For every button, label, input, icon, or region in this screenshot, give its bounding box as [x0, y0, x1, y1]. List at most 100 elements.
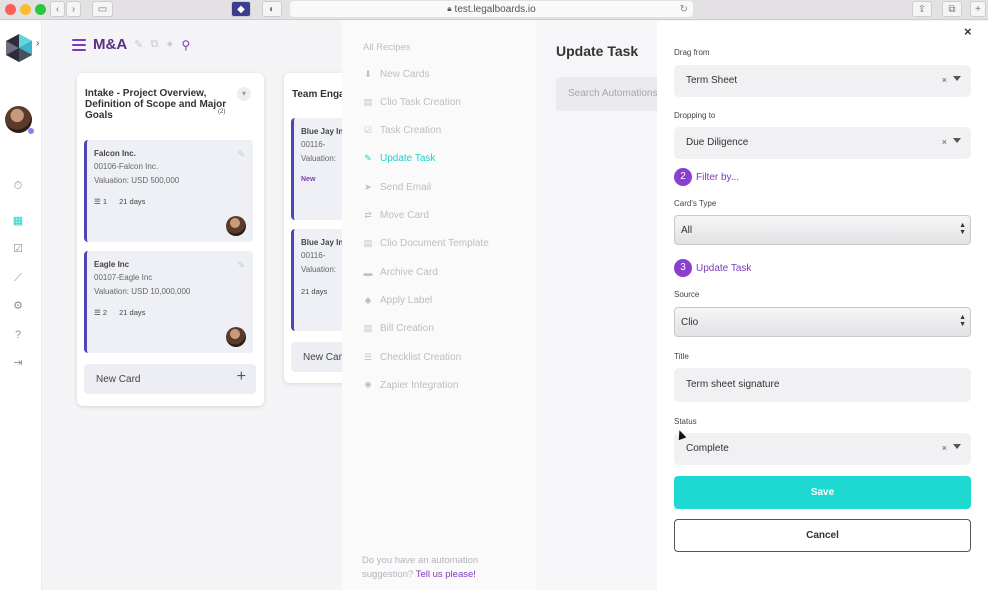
status-select[interactable]: Complete × — [674, 433, 971, 465]
clear-selection-icon[interactable]: × — [942, 443, 947, 453]
card-type-value: All — [681, 225, 693, 236]
extension-icon[interactable]: ◆ — [231, 1, 251, 17]
card-days: 21 days — [119, 197, 146, 206]
step-heading: Update Task — [696, 262, 752, 274]
help-icon[interactable]: ? — [12, 329, 24, 341]
edit-card-icon[interactable]: ✎ — [237, 149, 245, 160]
recipe-label: Checklist Creation — [380, 352, 462, 363]
recipe-label: Move Card — [380, 210, 429, 221]
privacy-shield-icon[interactable]: ◐ — [262, 1, 282, 17]
list-icon: ☰ — [363, 352, 373, 362]
recipe-task-creation[interactable]: ☑ Task Creation — [363, 125, 441, 136]
expand-sidebar-icon[interactable]: › — [36, 38, 39, 49]
clear-selection-icon[interactable]: × — [942, 75, 947, 85]
pencil-icon: ✎ — [364, 153, 372, 163]
recipe-clio-document-template[interactable]: ▤ Clio Document Template — [363, 238, 489, 249]
board-card[interactable]: Falcon Inc. ✎ 00106-Falcon Inc. Valuatio… — [84, 140, 253, 242]
cancel-button[interactable]: Cancel — [674, 519, 971, 552]
new-card-label: New Car — [303, 352, 342, 363]
document-icon: ▤ — [363, 323, 373, 333]
card-days: 21 days — [301, 287, 328, 296]
step-number-badge: 2 — [674, 168, 692, 186]
send-icon: ➤ — [364, 182, 372, 192]
edit-board-icon[interactable]: ✎ — [134, 38, 143, 51]
reports-chart-icon[interactable]: ⟋ — [12, 272, 24, 284]
automation-wand-icon[interactable]: ✦ — [165, 38, 174, 51]
share-icon[interactable]: ⇪ — [912, 1, 932, 17]
recipe-move-card[interactable]: ⇄ Move Card — [363, 210, 429, 221]
tasks-checkbox-icon[interactable]: ☑ — [12, 243, 24, 255]
recipe-clio-task-creation[interactable]: ▤ Clio Task Creation — [363, 97, 461, 108]
recipe-new-cards[interactable]: ⬇ New Cards — [363, 69, 429, 80]
recipe-label: New Cards — [380, 69, 430, 80]
recipe-archive-card[interactable]: ▬ Archive Card — [363, 267, 438, 278]
forward-icon[interactable]: › — [66, 1, 81, 17]
logout-icon[interactable]: ⇥ — [12, 357, 24, 369]
automation-detail-panel: Update Task Search Automations — [536, 21, 666, 590]
step-update-task: 3 Update Task — [674, 259, 751, 277]
address-bar[interactable]: 🔒︎ test.legalboards.io ↻ — [290, 1, 693, 17]
settings-gear-icon[interactable]: ⚙ — [12, 300, 24, 312]
back-icon[interactable]: ‹ — [50, 1, 65, 17]
download-icon: ⬇ — [364, 69, 372, 79]
recipe-label: Zapier Integration — [380, 380, 459, 391]
close-icon[interactable]: × — [964, 24, 972, 39]
recipe-bill-creation[interactable]: ▤ Bill Creation — [363, 323, 434, 334]
card-valuation: Valuation: USD 10,000,000 — [94, 287, 191, 296]
recipe-checklist-creation[interactable]: ☰ Checklist Creation — [363, 352, 461, 363]
chevron-down-icon — [953, 76, 961, 81]
select-arrows-icon: ▲ ▼ — [959, 314, 966, 328]
card-type-select[interactable]: All ▲ ▼ — [674, 215, 971, 245]
save-button[interactable]: Save — [674, 476, 971, 509]
checklist-icon: ☰ — [94, 197, 101, 206]
new-tab-icon[interactable]: + — [970, 1, 986, 17]
copy-board-icon[interactable]: ⧉ — [150, 38, 158, 51]
archive-icon: ▬ — [363, 267, 373, 278]
card-matter-number: 00106-Falcon Inc. — [94, 162, 159, 171]
app-sidebar: › ⏱︎ ▦ ☑ ⟋ ⚙ ? ⇥ — [0, 21, 42, 590]
recipe-update-task[interactable]: ✎ Update Task — [363, 153, 435, 164]
card-task-meta: ☰ 2 21 days — [94, 308, 145, 317]
card-assignee-avatar[interactable] — [226, 327, 246, 347]
sidebar-toggle-icon[interactable]: ▭ — [92, 1, 113, 17]
clear-selection-icon[interactable]: × — [942, 137, 947, 147]
recipe-label: Send Email — [380, 182, 432, 193]
sun-icon: ✺ — [364, 380, 372, 390]
source-select[interactable]: Clio ▲ ▼ — [674, 307, 971, 337]
tell-us-link[interactable]: Tell us please! — [416, 569, 476, 580]
board-card[interactable]: Eagle Inc ✎ 00107-Eagle Inc Valuation: U… — [84, 251, 253, 353]
boards-grid-icon[interactable]: ▦ — [12, 215, 24, 227]
recipe-zapier-integration[interactable]: ✺ Zapier Integration — [363, 380, 458, 391]
column-menu-chevron-icon[interactable]: ▾ — [237, 87, 251, 101]
drag-from-select[interactable]: Term Sheet × — [674, 65, 971, 97]
all-recipes-link[interactable]: All Recipes — [363, 42, 411, 53]
panel-title: Update Task — [556, 43, 639, 59]
select-arrows-icon: ▲ ▼ — [959, 222, 966, 236]
title-input[interactable]: Term sheet signature — [674, 368, 971, 402]
plus-icon: + — [236, 368, 246, 385]
document-icon: ▤ — [363, 238, 373, 248]
recipe-label: Archive Card — [380, 267, 438, 278]
fullscreen-window-button[interactable] — [35, 4, 46, 15]
card-title: Blue Jay In — [301, 127, 344, 136]
tabs-overview-icon[interactable]: ⧉ — [942, 1, 962, 17]
legalboards-logo[interactable] — [4, 33, 34, 63]
new-card-button[interactable]: New Card + — [84, 364, 256, 394]
new-badge: New — [301, 176, 316, 183]
close-window-button[interactable] — [5, 4, 16, 15]
reload-icon[interactable]: ↻ — [680, 4, 688, 15]
card-task-count: 1 — [102, 197, 107, 206]
search-icon[interactable]: ⚲ — [181, 38, 190, 52]
timer-icon[interactable]: ⏱︎ — [12, 180, 24, 192]
card-assignee-avatar[interactable] — [226, 216, 246, 236]
dropping-to-select[interactable]: Due Diligence × — [674, 127, 971, 159]
menu-icon[interactable] — [72, 38, 86, 51]
search-automations-input[interactable]: Search Automations — [556, 77, 666, 111]
minimize-window-button[interactable] — [20, 4, 31, 15]
edit-card-icon[interactable]: ✎ — [237, 260, 245, 271]
recipe-send-email[interactable]: ➤ Send Email — [363, 182, 431, 193]
status-label: Status — [674, 417, 697, 426]
recipe-apply-label[interactable]: ◆ Apply Label — [363, 295, 433, 306]
source-value: Clio — [681, 317, 699, 328]
automation-recipes-panel: All Recipes ⬇ New Cards ▤ Clio Task Crea… — [342, 21, 536, 590]
